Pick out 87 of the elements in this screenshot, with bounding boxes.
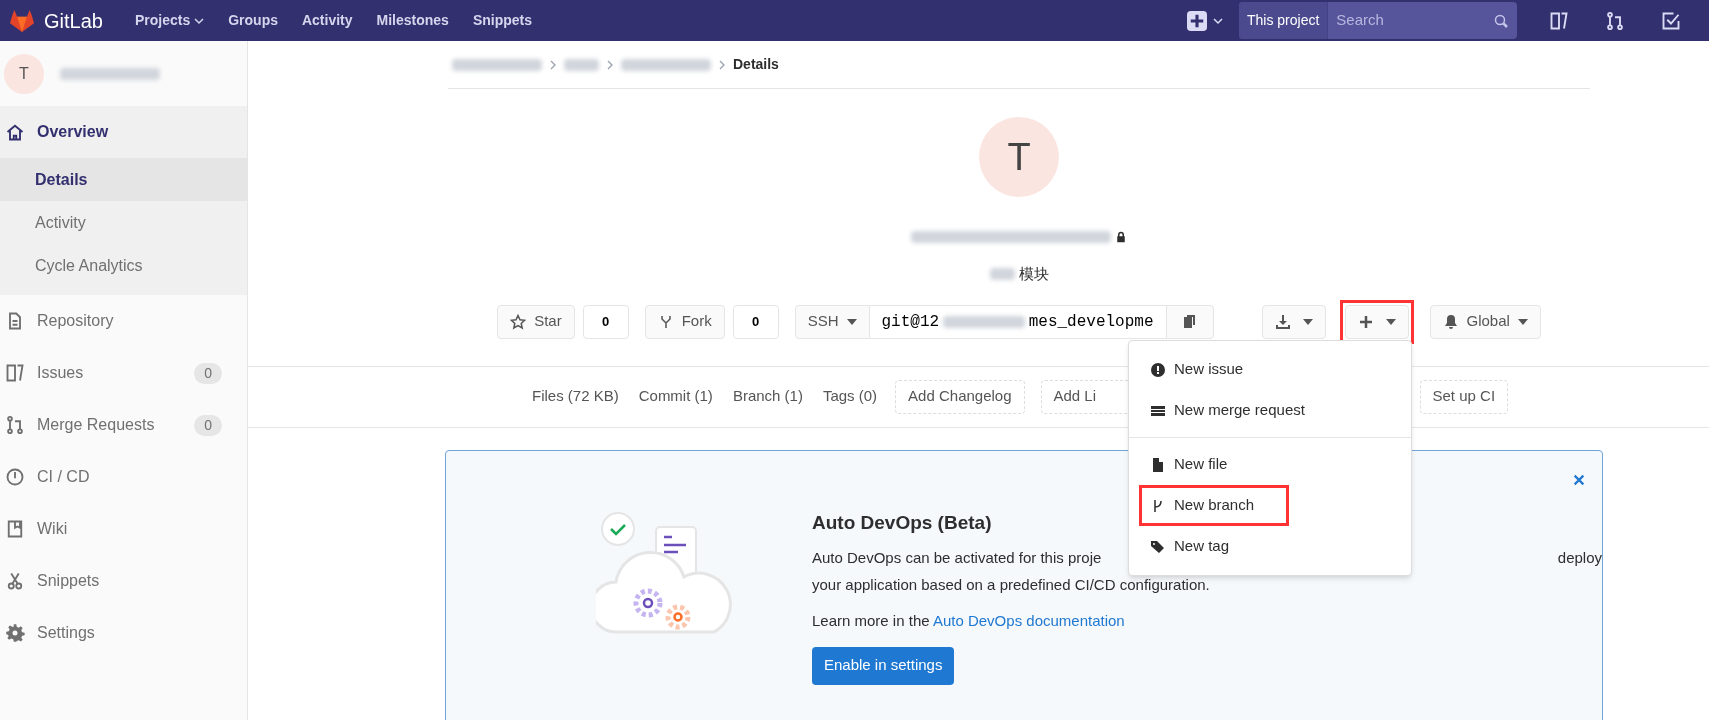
caret-icon	[1385, 318, 1396, 325]
star-count: 0	[582, 304, 629, 339]
sidebar-subitem[interactable]: Activity	[0, 201, 247, 244]
banner-text: deploy	[1557, 548, 1602, 568]
issues-icon	[1549, 10, 1569, 31]
nav-link[interactable]: Projects	[134, 10, 205, 31]
banner-text: your application based on a predefined CI/CD configuration.	[812, 574, 1211, 595]
caret-icon	[1517, 318, 1528, 325]
protocol-dropdown[interactable]: SSH	[794, 304, 870, 339]
clone-url-field[interactable]: git@12 mes_developme	[869, 304, 1166, 339]
chevron-icon	[1213, 16, 1223, 25]
sidebar-subitem[interactable]: Details	[0, 158, 247, 201]
sidebar-item[interactable]: Wiki	[0, 503, 247, 555]
sidebar-item[interactable]: Settings	[0, 607, 247, 659]
sidebar-subitem[interactable]: Cycle Analytics	[0, 244, 247, 287]
fox-logo-icon	[8, 8, 36, 33]
star-button[interactable]: Star	[497, 304, 575, 339]
stat-link[interactable]: Commit (1)	[636, 385, 715, 408]
gauge-icon	[5, 467, 25, 487]
sidebar-item[interactable]: Snippets	[0, 555, 247, 607]
chevron-icon	[607, 59, 613, 70]
plus-icon	[1357, 313, 1374, 330]
nav-link[interactable]: Activity	[301, 10, 353, 31]
sidebar-item[interactable]: Issues 0	[0, 347, 247, 399]
add-link-button[interactable]: Add Changelog	[895, 379, 1025, 414]
plus-icon	[1187, 10, 1207, 31]
file-icon	[1150, 456, 1166, 473]
notification-dropdown[interactable]: Global	[1429, 304, 1541, 339]
sidebar-item[interactable]: Overview	[0, 106, 247, 158]
sidebar-item[interactable]: Repository	[0, 295, 247, 347]
redacted-mark	[989, 268, 1015, 281]
sidebar-item[interactable]: CI / CD	[0, 451, 247, 503]
alert-icon	[1150, 361, 1166, 378]
url-text: mes_developme	[1028, 311, 1154, 333]
caret-icon	[846, 318, 857, 325]
project-avatar: T	[979, 117, 1059, 197]
banner-title: Auto DevOps (Beta)	[812, 510, 992, 535]
menu-item[interactable]: New tag	[1139, 526, 1401, 567]
count-badge: 0	[194, 414, 222, 436]
book-icon	[5, 519, 25, 539]
banner-text: Learn more in the	[812, 612, 931, 629]
download-icon	[1274, 313, 1291, 330]
fork-count: 0	[732, 304, 779, 339]
home-icon	[5, 122, 25, 142]
download-button[interactable]	[1261, 304, 1326, 339]
search-bar[interactable]: This project Search	[1239, 2, 1517, 39]
gear-icon	[5, 623, 25, 643]
url-text: git@12	[881, 311, 940, 333]
project-avatar: T	[4, 53, 44, 94]
redacted-mark	[564, 58, 599, 71]
nav-link[interactable]: Groups	[228, 10, 278, 31]
menu-item[interactable]: New branch	[1139, 485, 1289, 526]
merge-icon	[5, 415, 25, 435]
copy-icon	[1181, 313, 1198, 330]
close-icon	[1572, 472, 1586, 487]
count-badge: 0	[194, 362, 222, 384]
scissors-icon	[5, 571, 25, 591]
add-link-button[interactable]: Set up CI	[1419, 379, 1509, 414]
caret-icon	[1302, 318, 1313, 325]
enable-button[interactable]: Enable in settings	[812, 646, 955, 685]
nav-link[interactable]: Milestones	[376, 10, 449, 31]
stat-link[interactable]: Tags (0)	[820, 385, 880, 408]
issues-icon	[5, 363, 25, 383]
star-icon	[510, 313, 527, 330]
project-description: 模块	[1018, 264, 1049, 284]
copy-button[interactable]	[1165, 304, 1214, 339]
sidebar-item[interactable]: Merge Requests 0	[0, 399, 247, 451]
fork-button[interactable]: Fork	[644, 304, 725, 339]
new-menu-button[interactable]	[1187, 10, 1223, 31]
banner-text: Auto DevOps can be activated for this proje	[812, 548, 1102, 568]
brand-name[interactable]: GitLab	[44, 5, 103, 36]
menu-item[interactable]: New file	[1139, 444, 1401, 485]
todo-icon	[1661, 10, 1681, 31]
breadcrumb-current: Details	[733, 55, 779, 74]
close-button[interactable]	[1572, 472, 1586, 487]
stat-link[interactable]: Branch (1)	[730, 385, 805, 408]
merge-icon	[1605, 10, 1625, 31]
chevron-icon	[550, 59, 556, 70]
search-scope: This project	[1239, 2, 1329, 39]
stat-link[interactable]: Files (72 KB)	[530, 385, 621, 408]
search-field[interactable]: Search	[1328, 9, 1493, 32]
tags-icon	[1150, 538, 1166, 555]
bell-icon	[1442, 313, 1459, 330]
search-icon	[1493, 12, 1509, 29]
documentation-link[interactable]: Auto DevOps documentation	[932, 612, 1125, 629]
nav-link[interactable]: Snippets	[472, 10, 533, 31]
chevron-icon	[719, 59, 725, 70]
